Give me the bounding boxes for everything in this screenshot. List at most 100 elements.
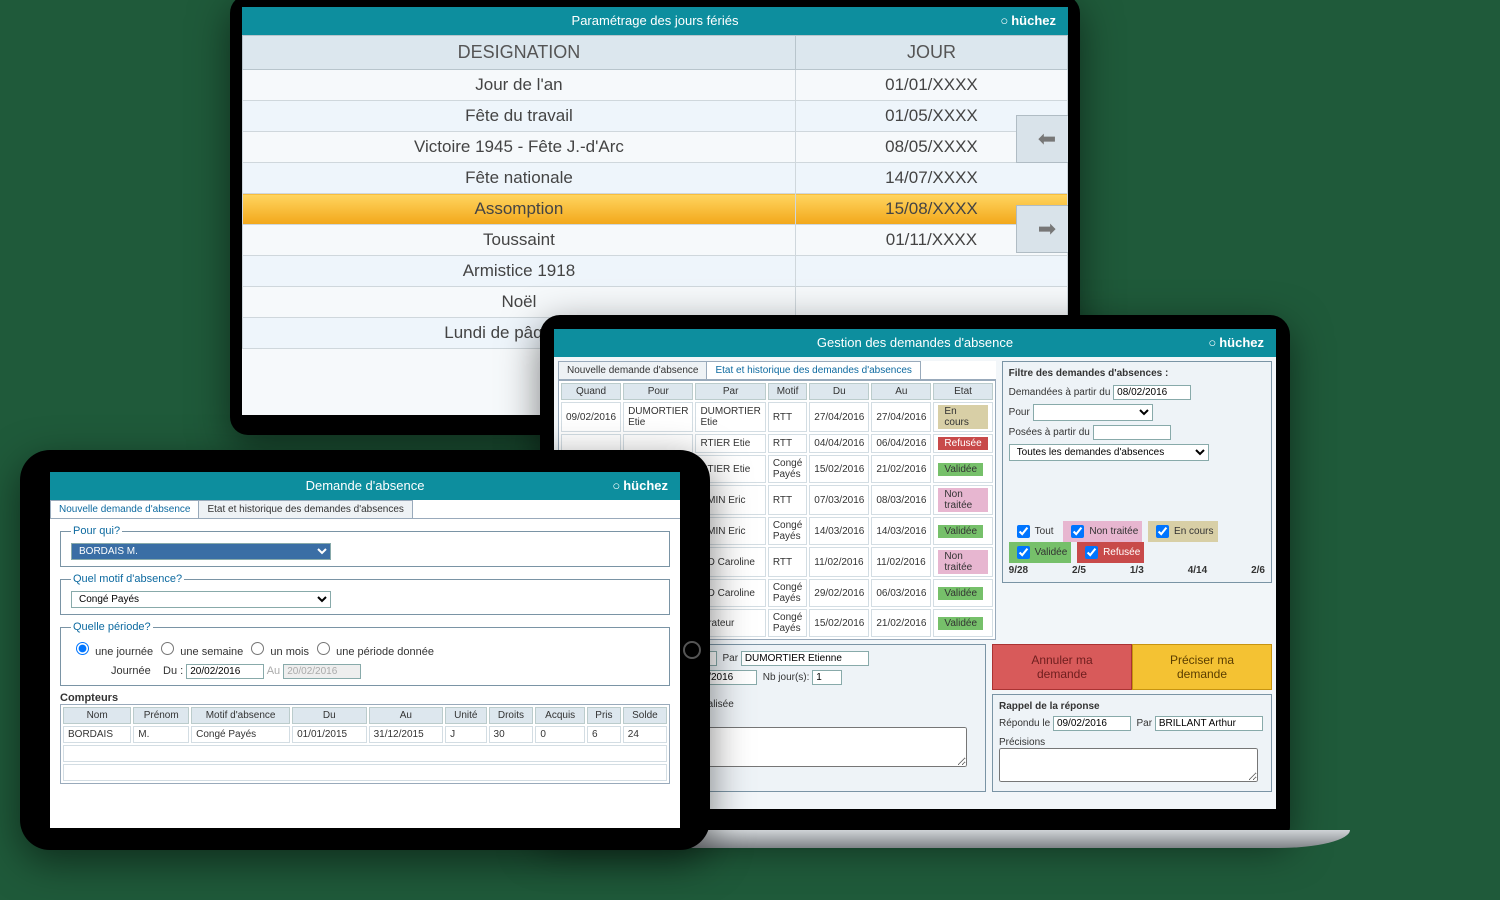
count-va: 4/14 — [1188, 565, 1207, 576]
label-repondu-par: Par — [1137, 718, 1153, 729]
col-quand[interactable]: Quand — [561, 383, 621, 400]
col-nom[interactable]: Nom — [63, 707, 131, 724]
nav-prev-button[interactable]: ⬅ — [1016, 115, 1068, 163]
label-au: Au — [267, 665, 280, 677]
count-ec: 1/3 — [1130, 565, 1144, 576]
tab-new-request[interactable]: Nouvelle demande d'absence — [50, 500, 199, 518]
label-journee: Journée — [111, 665, 151, 677]
tab-history[interactable]: Etat et historique des demandes d'absenc… — [198, 500, 412, 518]
col-pour[interactable]: Pour — [623, 383, 693, 400]
checkbox-refusee[interactable] — [1085, 546, 1098, 559]
col-designation[interactable]: DESIGNATION — [243, 36, 796, 70]
checkbox-validee[interactable] — [1017, 546, 1030, 559]
input-nbjours[interactable] — [812, 670, 842, 685]
compteurs-table: Nom Prénom Motif d'absence Du Au Unité D… — [60, 704, 670, 784]
tablet-titlebar: Demande d'absence hüchez — [50, 472, 680, 500]
textarea-rappel-precisions[interactable] — [999, 748, 1258, 782]
monitor-title: Paramétrage des jours fériés — [572, 13, 739, 28]
col-au[interactable]: Au — [871, 383, 931, 400]
nav-next-button[interactable]: ➡ — [1016, 205, 1068, 253]
chk-nontraitee[interactable]: Non traitée — [1063, 521, 1142, 542]
col-etat[interactable]: Etat — [933, 383, 992, 400]
compteurs-title: Compteurs — [60, 692, 670, 704]
col-au[interactable]: Au — [369, 707, 444, 724]
compteurs-row[interactable] — [63, 745, 667, 762]
col-du[interactable]: Du — [809, 383, 869, 400]
input-posees-date[interactable] — [1093, 425, 1171, 440]
select-pour[interactable] — [1033, 404, 1153, 421]
col-solde[interactable]: Solde — [623, 707, 667, 724]
brand-logo: hüchez — [612, 472, 668, 500]
select-all-requests[interactable]: Toutes les demandes d'absences — [1009, 444, 1209, 461]
label-repondu: Répondu le — [999, 718, 1050, 729]
checkbox-tout[interactable] — [1017, 525, 1030, 538]
request-row[interactable]: 09/02/2016DUMORTIER EtieDUMORTIER EtieRT… — [561, 402, 993, 432]
holiday-row[interactable]: Fête du travail01/05/XXXX — [243, 101, 1068, 132]
holiday-row[interactable]: Toussaint01/11/XXXX — [243, 225, 1068, 256]
fieldset-periode: Quelle période? une journée une semaine … — [60, 621, 670, 686]
holiday-row[interactable]: Fête nationale14/07/XXXX — [243, 163, 1068, 194]
col-droits[interactable]: Droits — [489, 707, 534, 724]
input-par[interactable] — [741, 651, 869, 666]
holiday-row[interactable]: Jour de l'an01/01/XXXX — [243, 70, 1068, 101]
input-repondu-date[interactable] — [1053, 716, 1131, 731]
tab-history[interactable]: Etat et historique des demandes d'absenc… — [706, 361, 920, 379]
tablet-screen: Demande d'absence hüchez Nouvelle demand… — [50, 472, 680, 828]
radio-journee[interactable]: une journée — [71, 646, 153, 658]
filter-title: Filtre des demandes d'absences : — [1009, 368, 1265, 379]
cancel-request-button[interactable]: Annuler ma demande — [992, 644, 1132, 690]
input-du[interactable] — [186, 664, 264, 679]
col-prenom[interactable]: Prénom — [133, 707, 189, 724]
tablet-home-button[interactable] — [683, 641, 701, 659]
radio-mois[interactable]: un mois — [246, 646, 309, 658]
label-posees: Posées à partir du — [1009, 427, 1090, 438]
holiday-row-selected[interactable]: Assomption15/08/XXXX — [243, 194, 1068, 225]
col-du[interactable]: Du — [292, 707, 367, 724]
radio-periode-donnee[interactable]: une période donnée — [312, 646, 434, 658]
input-repondu-par[interactable] — [1155, 716, 1263, 731]
tab-new-request[interactable]: Nouvelle demande d'absence — [558, 361, 707, 379]
laptop-titlebar: Gestion des demandes d'absence hüchez — [554, 329, 1276, 357]
col-pris[interactable]: Pris — [587, 707, 621, 724]
col-par[interactable]: Par — [695, 383, 765, 400]
legend-periode: Quelle période? — [71, 621, 153, 633]
input-demandees-date[interactable] — [1113, 385, 1191, 400]
legend-motif: Quel motif d'absence? — [71, 573, 184, 585]
checkbox-nontraitee[interactable] — [1071, 525, 1084, 538]
chk-refusee[interactable]: Refusée — [1077, 542, 1144, 563]
tablet-title: Demande d'absence — [306, 478, 425, 493]
select-pourqui[interactable]: BORDAIS M. — [71, 543, 331, 560]
label-du: Du : — [163, 665, 183, 677]
chk-encours[interactable]: En cours — [1148, 521, 1217, 542]
input-au — [283, 664, 361, 679]
chk-tout[interactable]: Tout — [1009, 521, 1058, 542]
laptop-tabs: Nouvelle demande d'absence Etat et histo… — [558, 361, 996, 380]
holiday-row[interactable]: Armistice 1918 — [243, 256, 1068, 287]
count-re: 2/6 — [1251, 565, 1265, 576]
col-acquis[interactable]: Acquis — [535, 707, 585, 724]
count-nt: 2/5 — [1072, 565, 1086, 576]
col-motif[interactable]: Motif — [768, 383, 807, 400]
col-unite[interactable]: Unité — [445, 707, 486, 724]
label-par: Par — [722, 653, 738, 664]
label-nbjours: Nb jour(s): — [763, 672, 810, 683]
precise-request-button[interactable]: Préciser ma demande — [1132, 644, 1272, 690]
chk-validee[interactable]: Validée — [1009, 542, 1072, 563]
rappel-title: Rappel de la réponse — [999, 701, 1265, 712]
select-motif[interactable]: Congé Payés — [71, 591, 331, 608]
monitor-titlebar: Paramétrage des jours fériés hüchez — [242, 7, 1068, 35]
col-jour[interactable]: JOUR — [795, 36, 1067, 70]
filter-panel: Filtre des demandes d'absences : Demandé… — [1002, 361, 1272, 583]
radio-semaine[interactable]: une semaine — [156, 646, 243, 658]
compteurs-row[interactable] — [63, 764, 667, 781]
legend-pourqui: Pour qui? — [71, 525, 122, 537]
brand-logo: hüchez — [1000, 7, 1056, 35]
compteurs-row[interactable]: BORDAIS M. Congé Payés 01/01/2015 31/12/… — [63, 726, 667, 743]
brand-logo: hüchez — [1208, 329, 1264, 357]
col-motif[interactable]: Motif d'absence — [191, 707, 290, 724]
holiday-row[interactable]: Victoire 1945 - Fête J.-d'Arc08/05/XXXX — [243, 132, 1068, 163]
holiday-row[interactable]: Noël — [243, 287, 1068, 318]
label-pour: Pour — [1009, 407, 1030, 418]
holidays-table: DESIGNATION JOUR Jour de l'an01/01/XXXX … — [242, 35, 1068, 349]
checkbox-encours[interactable] — [1156, 525, 1169, 538]
